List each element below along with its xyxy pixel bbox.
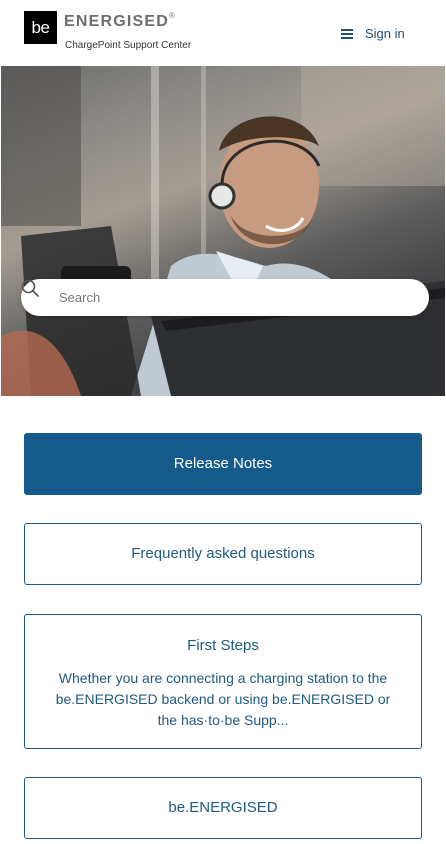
brand-name-text: ENERGISED (64, 13, 170, 30)
hero-photo (1, 66, 445, 396)
registered-mark: ® (169, 11, 175, 20)
category-title: Release Notes (173, 455, 273, 472)
category-title: be.ENERGISED (168, 799, 278, 816)
hamburger-menu-icon[interactable] (341, 29, 353, 39)
search-icon (21, 279, 39, 297)
search-input[interactable] (59, 279, 409, 316)
category-title: First Steps (187, 637, 259, 654)
sign-in-link[interactable]: Sign in (365, 26, 405, 41)
category-be-energised[interactable]: be.ENERGISED (24, 777, 422, 839)
brand-name[interactable]: ENERGISED® (64, 11, 175, 31)
hero-banner (1, 66, 445, 396)
logo-mark[interactable]: be (24, 11, 57, 44)
category-description: Whether you are connecting a charging st… (55, 670, 391, 728)
category-title: Frequently asked questions (131, 545, 315, 562)
search-bar[interactable] (21, 279, 429, 316)
category-first-steps[interactable]: First Steps Whether you are connecting a… (24, 614, 422, 749)
category-faq[interactable]: Frequently asked questions (24, 523, 422, 585)
site-header: be ENERGISED® ChargePoint Support Center… (0, 0, 446, 66)
brand-tagline: ChargePoint Support Center (65, 40, 192, 51)
category-release-notes[interactable]: Release Notes (24, 433, 422, 495)
